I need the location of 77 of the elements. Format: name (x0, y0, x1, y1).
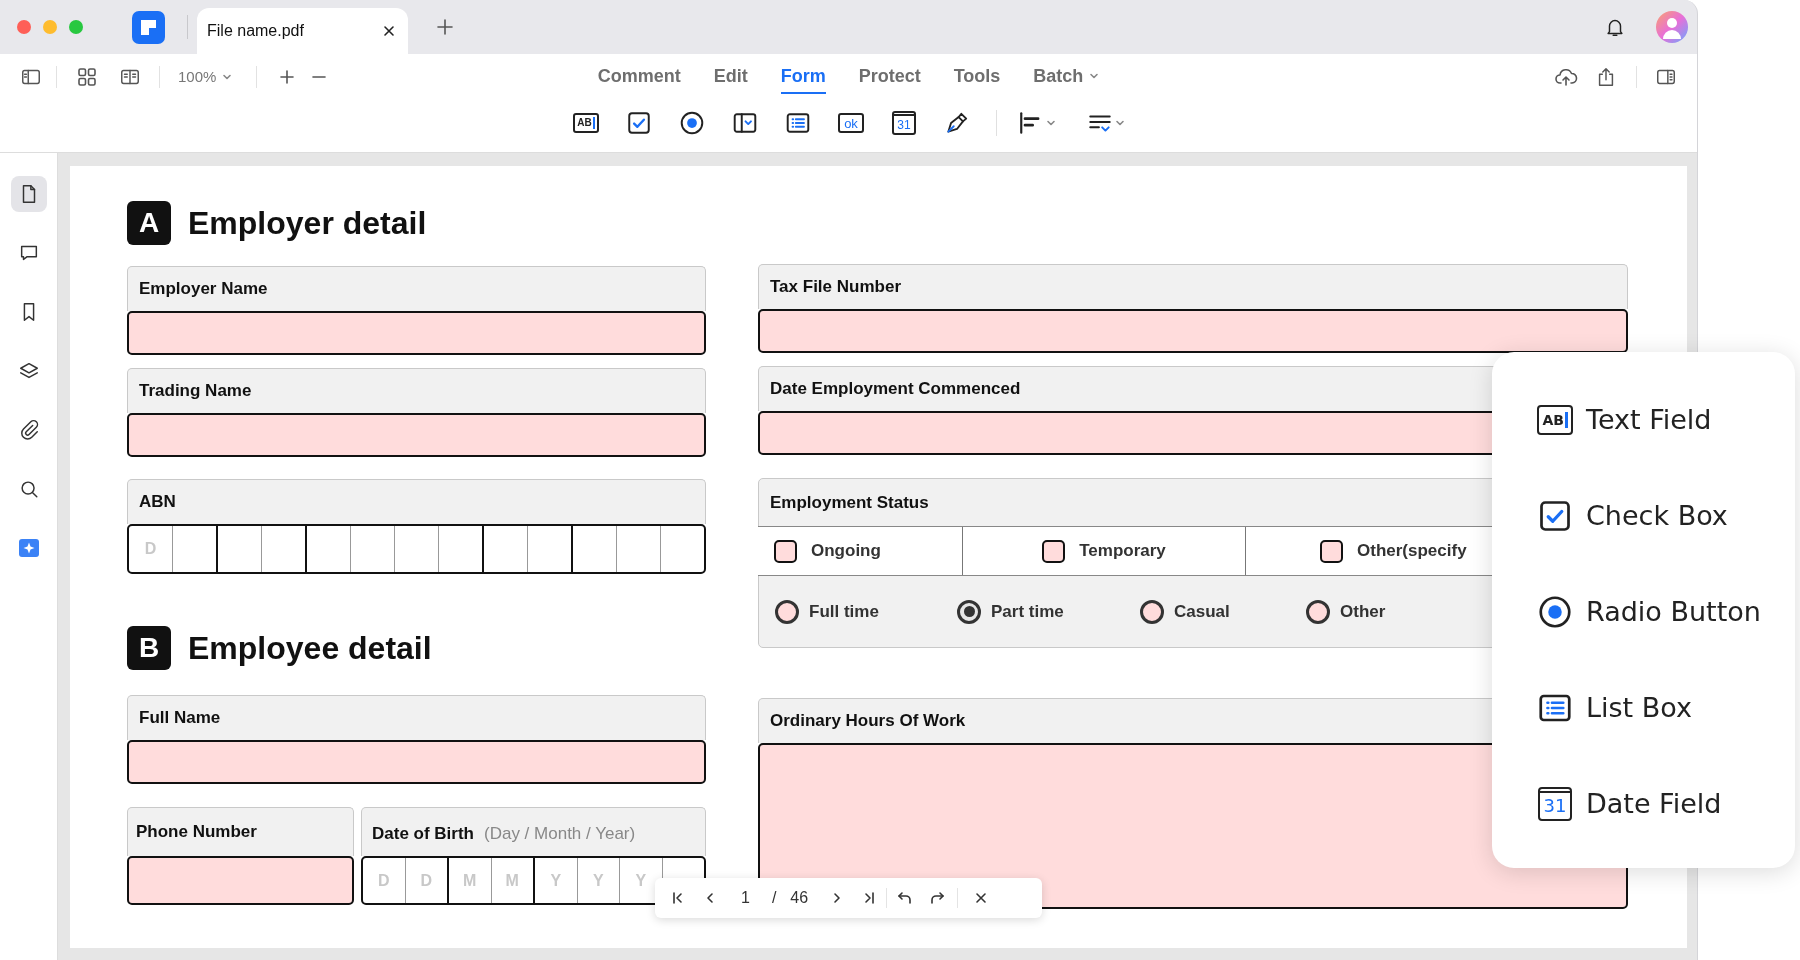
dropdown-icon (732, 110, 758, 136)
checkbox[interactable] (1042, 539, 1066, 563)
form-tool-button[interactable]: 31 (884, 105, 924, 141)
caret-icon (1115, 118, 1125, 128)
field-label: Trading Name (127, 368, 706, 413)
field-label: Employer Name (127, 266, 706, 311)
caret-icon (222, 72, 233, 82)
page-total: 46 (790, 888, 809, 908)
checkbox-icon (626, 110, 652, 136)
section-title: Employee detail (188, 629, 432, 668)
sparkle-icon (16, 536, 41, 560)
menu-tab[interactable]: Batch (1033, 60, 1100, 94)
menu-item[interactable]: Radio Button (1492, 564, 1795, 660)
radio-button[interactable] (957, 599, 981, 624)
sidebar-button[interactable] (10, 176, 47, 212)
first-page-icon[interactable] (671, 891, 685, 905)
radio-label: Other (1340, 600, 1386, 623)
field-label: Date of Birth (372, 823, 474, 846)
section-letter: B (127, 626, 171, 670)
text-field-icon: AB (1537, 405, 1573, 435)
redo-icon[interactable] (929, 890, 946, 906)
radio-button-icon (679, 110, 705, 136)
field-hint: (Day / Month / Year) (484, 823, 636, 846)
radio-label: Full time (809, 600, 879, 623)
page-number-field[interactable]: 1 (741, 886, 750, 910)
avatar-icon[interactable] (1656, 11, 1688, 43)
grid-view-icon[interactable] (77, 67, 97, 87)
menu-tab[interactable]: Form (780, 60, 826, 94)
menu-item[interactable]: 31 Date Field (1492, 756, 1795, 852)
zoom-in-icon[interactable] (279, 69, 296, 85)
field-label: Tax File Number (758, 264, 1628, 309)
checkbox[interactable] (774, 539, 797, 563)
section-letter: A (127, 201, 171, 245)
calendar-icon: 31 (892, 111, 916, 135)
radio-label: Casual (1174, 600, 1230, 623)
button-field-icon: ok (838, 113, 864, 133)
form-tool-button[interactable]: ok (831, 105, 871, 141)
undo-icon[interactable] (897, 890, 914, 906)
menu-tab[interactable]: Tools (953, 60, 1001, 94)
menu-tab[interactable]: Edit (713, 60, 748, 94)
document-tab[interactable]: File name.pdf (197, 8, 408, 54)
input-field[interactable] (127, 856, 354, 905)
radio-button-icon (1537, 594, 1573, 630)
radio-button[interactable] (1306, 599, 1330, 624)
input-field[interactable] (127, 311, 706, 355)
checkbox[interactable] (1320, 539, 1343, 563)
plus-icon[interactable] (436, 18, 454, 36)
field-label: Full Name (127, 695, 706, 740)
close-icon[interactable] (974, 891, 989, 905)
page-separator: / (771, 888, 777, 908)
field-label: Employment Status (770, 491, 929, 514)
input-field[interactable] (127, 740, 706, 784)
text-field-icon: AB (573, 113, 599, 133)
app-logo-icon (132, 10, 165, 44)
input-field[interactable] (127, 413, 706, 457)
zoom-dropdown[interactable]: 100% (178, 65, 233, 89)
radio-button[interactable] (1140, 599, 1164, 624)
form-tool-button[interactable]: AB (566, 105, 606, 141)
field-label: ABN (127, 479, 706, 524)
menu-item[interactable]: Check Box (1492, 468, 1795, 564)
menu-tab[interactable]: Comment (597, 60, 681, 94)
close-icon[interactable] (382, 24, 396, 38)
calendar-icon: 31 (1538, 787, 1572, 821)
radio-button[interactable] (775, 599, 799, 624)
radio-label: Part time (991, 600, 1064, 623)
pen-nib-icon (944, 110, 970, 136)
checkbox-label: Other(specify (1357, 540, 1467, 563)
checkbox-icon (1537, 498, 1573, 534)
section-title: Employer detail (188, 204, 427, 243)
list-box-icon (785, 110, 811, 136)
checkbox-label: Temporary (1079, 540, 1166, 563)
input-field[interactable] (758, 309, 1628, 353)
checkbox-label: Ongoing (811, 540, 881, 563)
caret-icon (1046, 118, 1056, 128)
menu-tab[interactable]: Protect (858, 60, 921, 94)
field-label: Phone Number (127, 807, 354, 856)
last-page-icon[interactable] (862, 891, 877, 905)
